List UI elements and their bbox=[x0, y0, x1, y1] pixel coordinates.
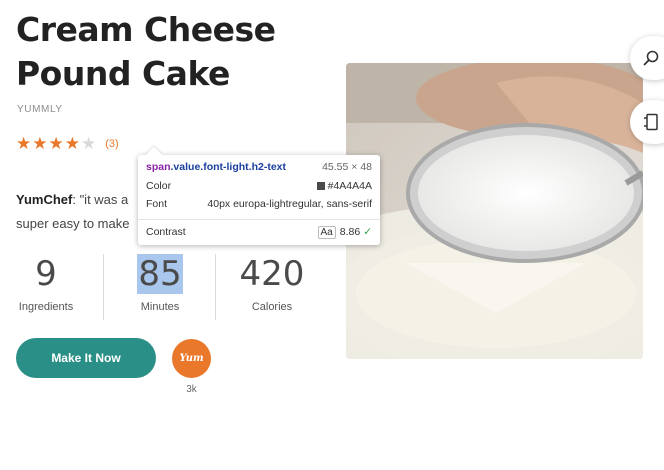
stat-value: 9 bbox=[35, 254, 57, 294]
stat-label: Minutes bbox=[140, 301, 180, 313]
contrast-value: Aa 8.86 ✓ bbox=[317, 226, 372, 239]
element-size: 45.55 × 48 bbox=[322, 161, 372, 173]
font-value: 40px europa-lightregular, sans-serif bbox=[207, 198, 372, 210]
recipe-stats: 9 Ingredients 85 Minutes 420 Calories bbox=[0, 252, 330, 324]
contrast-label: Contrast bbox=[146, 226, 186, 238]
quote-text: : "it was a bbox=[72, 192, 129, 207]
divider bbox=[215, 254, 216, 320]
contrast-aa-badge: Aa bbox=[317, 226, 336, 239]
yum-label: Yum bbox=[179, 353, 204, 364]
font-label: Font bbox=[146, 198, 168, 210]
color-value: #4A4A4A bbox=[316, 180, 372, 192]
inspector-tooltip: span.value.font-light.h2-text 45.55 × 48… bbox=[138, 146, 380, 245]
stat-ingredients: 9 Ingredients bbox=[14, 252, 78, 313]
color-label: Color bbox=[146, 180, 172, 192]
star-icon: ★ bbox=[64, 134, 80, 153]
yum-count: 3k bbox=[186, 384, 197, 395]
inspector-header: span.value.font-light.h2-text 45.55 × 48 bbox=[146, 161, 372, 173]
star-icon: ★ bbox=[48, 134, 64, 153]
stat-value: 85 bbox=[128, 252, 192, 296]
star-icon: ★ bbox=[16, 134, 32, 153]
stat-label: Calories bbox=[251, 301, 293, 313]
rating[interactable]: ★ ★ ★ ★ ★ (3) bbox=[16, 135, 119, 152]
check-icon: ✓ bbox=[363, 226, 372, 238]
element-selector: span.value.font-light.h2-text bbox=[146, 161, 287, 173]
color-swatch bbox=[316, 182, 325, 191]
panel-icon bbox=[644, 113, 658, 131]
recipe-photo bbox=[346, 63, 643, 359]
divider bbox=[103, 254, 104, 320]
stat-minutes: 85 Minutes bbox=[128, 252, 192, 313]
quote-author[interactable]: YumChef bbox=[16, 192, 72, 207]
recipe-source[interactable]: YUMMLY bbox=[17, 104, 63, 115]
inspector-contrast-row: Contrast Aa 8.86 ✓ bbox=[146, 226, 372, 239]
rating-count: (3) bbox=[105, 137, 119, 150]
star-icon: ★ bbox=[32, 134, 48, 153]
inspector-color-row: Color #4A4A4A bbox=[146, 180, 372, 192]
inspector-font-row: Font 40px europa-lightregular, sans-seri… bbox=[146, 198, 372, 210]
search-icon bbox=[643, 50, 659, 66]
tooltip-divider bbox=[138, 219, 380, 220]
star-empty-icon: ★ bbox=[81, 134, 97, 153]
make-it-now-button[interactable]: Make It Now bbox=[16, 338, 156, 378]
inspected-highlight: 85 bbox=[137, 254, 183, 294]
stat-calories: 420 Calories bbox=[236, 252, 308, 313]
stat-value: 420 bbox=[239, 254, 305, 294]
yum-button[interactable]: Yum bbox=[172, 339, 211, 378]
recipe-title: Cream Cheese Pound Cake bbox=[16, 10, 276, 93]
stat-label: Ingredients bbox=[18, 301, 74, 313]
